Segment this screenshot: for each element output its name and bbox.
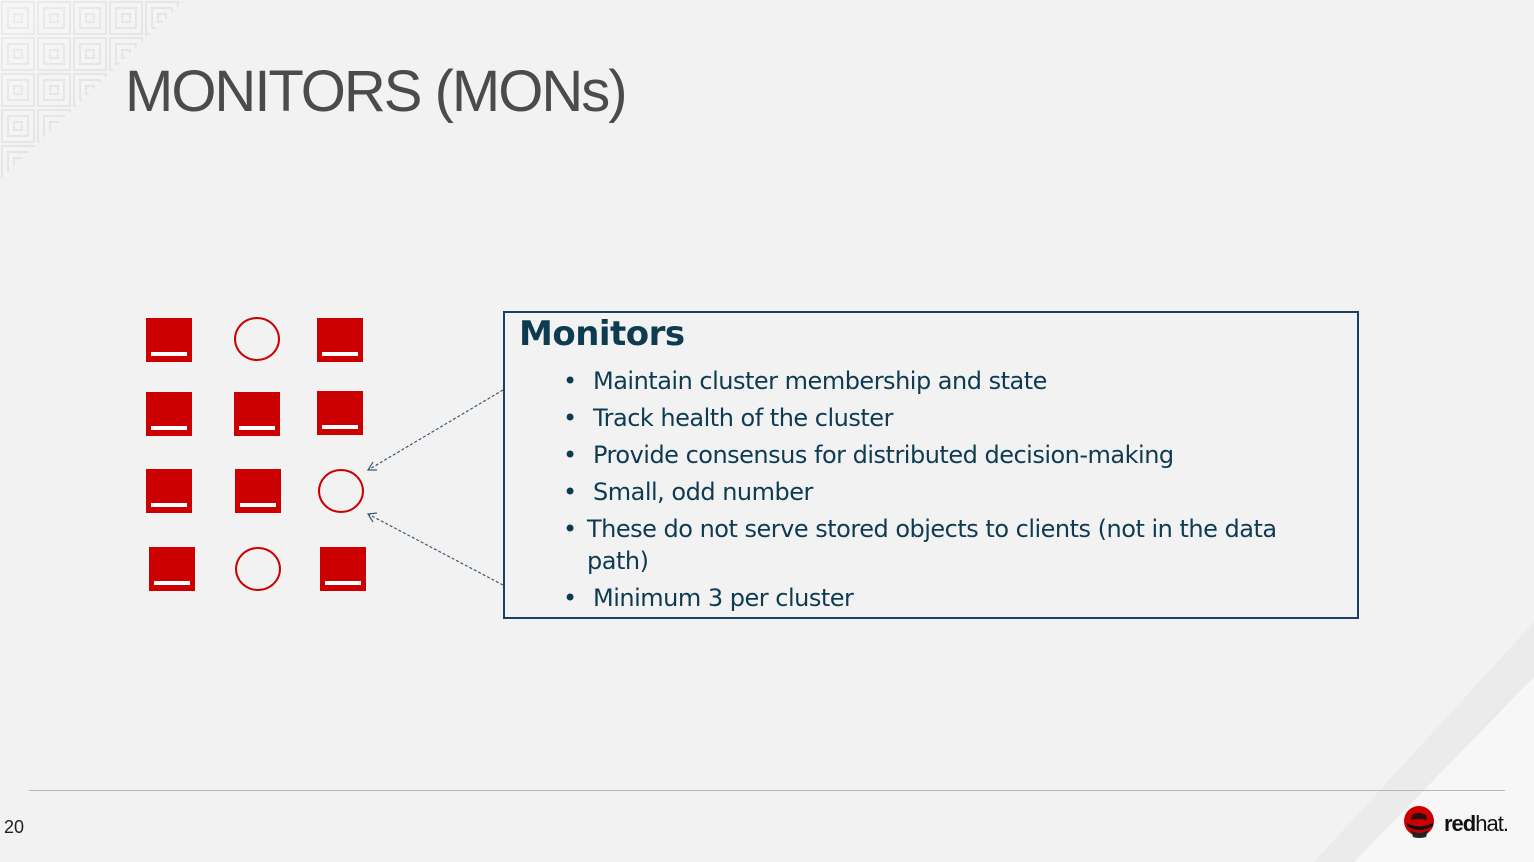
- red-hat-wordmark: redhat.: [1444, 811, 1509, 836]
- arrowhead-upper: [366, 461, 377, 471]
- footer-divider: [29, 790, 1505, 791]
- red-hat-shadowman-icon: [1404, 806, 1434, 838]
- page-number: 20: [4, 817, 25, 837]
- bullet-item: • These do not serve stored objects to cl…: [563, 513, 1323, 577]
- bullet-icon: •: [563, 367, 577, 395]
- callout-arrow-lower: [367, 513, 504, 586]
- bullet-list: • Maintain cluster membership and state •…: [563, 365, 1323, 619]
- bullet-text: Track health of the cluster: [593, 404, 893, 432]
- bullet-item: • Provide consensus for distributed decis…: [563, 439, 1323, 471]
- bullet-icon: •: [563, 441, 577, 469]
- bullet-icon: •: [563, 584, 577, 612]
- bullet-item: • Minimum 3 per cluster: [563, 582, 1323, 614]
- bullet-text: Provide consensus for distributed decisi…: [593, 441, 1174, 469]
- callout-arrows: [366, 389, 504, 586]
- bullet-item: • Track health of the cluster: [563, 402, 1323, 434]
- bullet-icon: •: [563, 404, 577, 432]
- bullet-text: These do not serve stored objects to cli…: [587, 515, 1277, 575]
- bullet-icon: •: [563, 478, 577, 506]
- bullet-text: Small, odd number: [593, 478, 813, 506]
- bullet-item: • Maintain cluster membership and state: [563, 365, 1323, 397]
- red-hat-logo: redhat.: [1402, 806, 1512, 840]
- bullet-text: Minimum 3 per cluster: [593, 584, 854, 612]
- bullet-text: Maintain cluster membership and state: [593, 367, 1047, 395]
- callout-arrow-upper: [367, 389, 504, 471]
- box-title: Monitors: [519, 314, 685, 354]
- arrowhead-lower: [366, 512, 378, 523]
- monitors-description-box: Monitors • Maintain cluster membership an…: [503, 311, 1359, 619]
- bullet-icon: •: [563, 515, 577, 543]
- bullet-item: • Small, odd number: [563, 476, 1323, 508]
